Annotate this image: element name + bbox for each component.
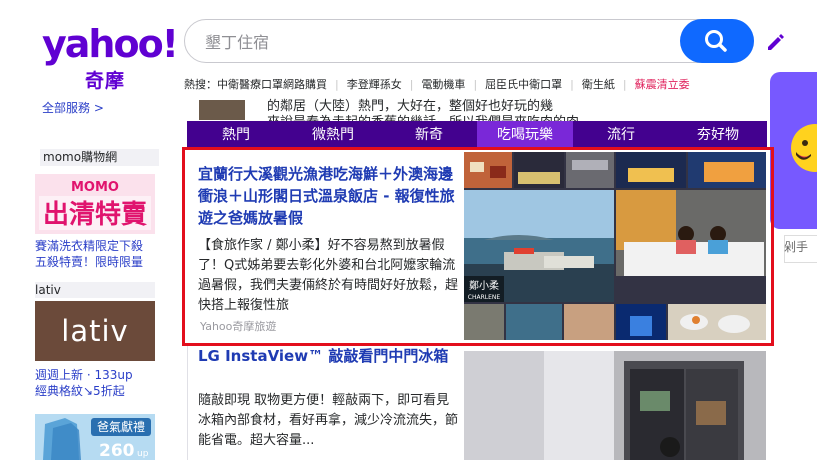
hot-search-link[interactable]: 李登輝孫女 — [347, 78, 402, 91]
strip-line: 的鄰居（大陸）熱門，大好在，整個好也好玩的幾 — [267, 99, 554, 114]
lativ-ad-image[interactable]: lativ — [35, 301, 155, 361]
tab-trending[interactable]: 微熱門 — [285, 121, 381, 149]
tab-hot[interactable]: 熱門 — [187, 121, 285, 149]
momo-ad-brand: MOMO — [71, 180, 119, 195]
tab-fashion[interactable]: 流行 — [573, 121, 669, 149]
momo-link-line[interactable]: 五殺特賣！限時限量 — [35, 254, 143, 270]
search-icon — [705, 30, 727, 52]
yahoo-logo[interactable]: yahoo! 奇摩 — [42, 22, 179, 92]
lativ-link-line[interactable]: 經典格紋↘5折起 — [35, 383, 133, 399]
hot-searches-label: 熱搜： — [184, 78, 217, 91]
third-ad-caption: 爸氣獻禮 — [97, 419, 145, 434]
logo-word: yahoo! — [42, 22, 179, 66]
story-title[interactable]: LG InstaView™ 敲敲看門中門冰箱 — [198, 346, 460, 366]
third-ad-price: 260 — [99, 441, 135, 460]
search-button[interactable] — [680, 19, 754, 63]
tab-food-fun[interactable]: 吃喝玩樂 — [477, 121, 573, 149]
third-ad-unit: up — [137, 449, 149, 459]
logo-subtitle: 奇摩 — [85, 70, 126, 92]
story-summary[interactable]: 隨敲即現 取物更方便！輕敲兩下，即可看見冰箱內部食材，看好再拿，減少冷流流失，節… — [198, 391, 460, 451]
tab-novel[interactable]: 新奇 — [381, 121, 477, 149]
right-column-text[interactable]: 剁手 — [784, 238, 808, 255]
lativ-link-line[interactable]: 週週上新 · 133up — [35, 367, 133, 383]
column-divider — [187, 346, 188, 460]
all-services-link[interactable]: 全部服務 > — [42, 99, 104, 116]
hot-search-link[interactable]: 屈臣氏中衛口罩 — [485, 78, 562, 91]
category-tabs: 熱門 微熱門 新奇 吃喝玩樂 流行 夯好物 — [187, 121, 767, 149]
momo-link-line[interactable]: 賽滿洗衣精限定下殺 — [35, 238, 143, 254]
hot-search-link[interactable]: 中衛醫療口罩網路購買 — [217, 78, 327, 91]
third-ad-image[interactable]: 爸氣獻禮 260 up — [35, 414, 155, 460]
lativ-ad-link[interactable]: 週週上新 · 133up 經典格紋↘5折起 — [35, 367, 133, 399]
story-image[interactable] — [464, 351, 766, 460]
tab-good-stuff[interactable]: 夯好物 — [669, 121, 767, 149]
momo-ad-link[interactable]: 賽滿洗衣精限定下殺 五殺特賣！限時限量 — [35, 238, 143, 270]
search-input[interactable] — [203, 30, 677, 54]
hot-searches: 熱搜：中衛醫療口罩網路購買 | 李登輝孫女 | 電動機車 | 屈臣氏中衛口罩 | 衛生紙 | 蘇震清… — [184, 78, 690, 91]
lativ-ad-logo-text: lativ — [61, 314, 129, 348]
hot-search-link[interactable]: 蘇震清立委 — [635, 78, 690, 91]
hot-search-link[interactable]: 電動機車 — [421, 78, 465, 91]
hot-search-link[interactable]: 衛生紙 — [582, 78, 615, 91]
pencil-icon[interactable] — [764, 30, 788, 54]
momo-ad-headline: 出清特賣 — [43, 199, 148, 230]
smiley-icon[interactable] — [783, 118, 817, 178]
lativ-label: lativ — [35, 282, 155, 298]
momo-label: momo購物網 — [40, 149, 159, 166]
momo-ad-image[interactable]: MOMO 出清特賣 — [35, 174, 155, 234]
highlight-box — [182, 147, 774, 346]
search-box[interactable] — [184, 19, 754, 63]
strip-thumbnail[interactable] — [199, 100, 245, 120]
